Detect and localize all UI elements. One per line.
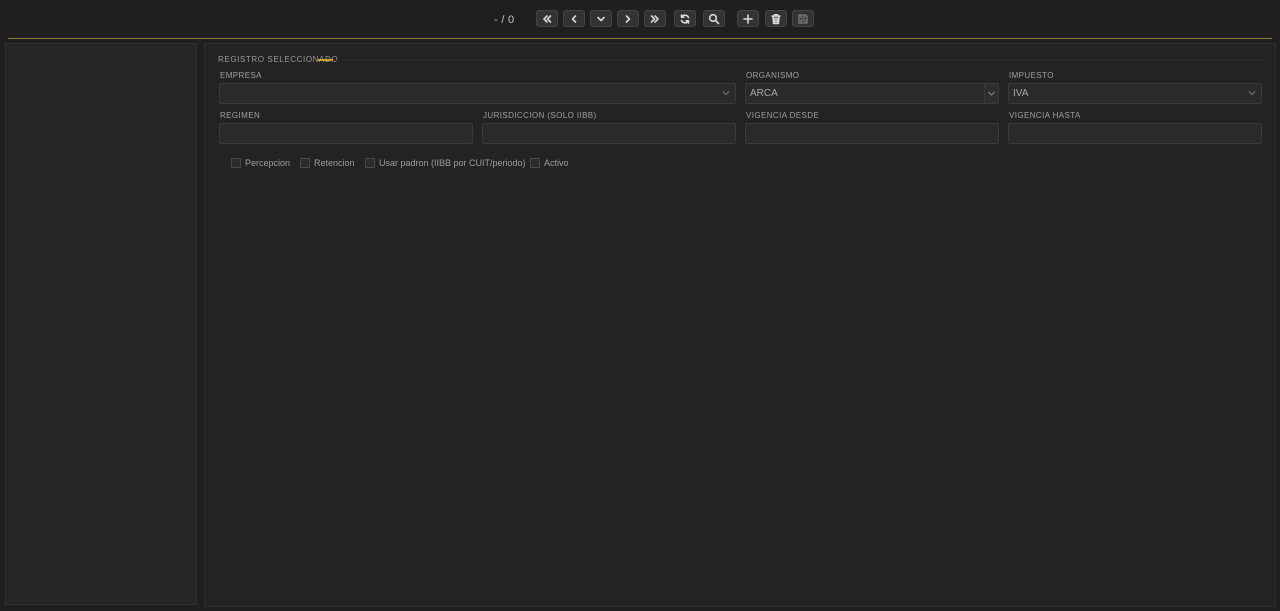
chevron-right-icon bbox=[625, 14, 631, 23]
regimen-label: REGIMEN bbox=[220, 111, 261, 120]
impuesto-select[interactable]: IVA bbox=[1008, 83, 1262, 104]
section-accent bbox=[318, 59, 333, 61]
chevron-down-icon bbox=[597, 16, 605, 21]
refresh-button[interactable] bbox=[674, 10, 696, 27]
retencion-label: Retencion bbox=[314, 158, 355, 168]
empresa-label: EMPRESA bbox=[220, 71, 262, 80]
checkbox-box[interactable] bbox=[365, 158, 375, 168]
double-chevron-right-icon bbox=[650, 14, 659, 23]
chevron-down-icon bbox=[1247, 88, 1257, 98]
record-counter: - / 0 bbox=[494, 14, 515, 26]
double-chevron-left-icon bbox=[543, 14, 552, 23]
activo-checkbox[interactable]: Activo bbox=[530, 157, 569, 169]
save-button[interactable] bbox=[792, 10, 814, 27]
next-record-button[interactable] bbox=[617, 10, 639, 27]
percepcion-label: Percepcion bbox=[245, 158, 291, 168]
record-list-panel bbox=[5, 43, 197, 605]
add-button[interactable] bbox=[737, 10, 759, 27]
usar-padron-checkbox[interactable]: Usar padron (IIBB por CUIT/periodo) bbox=[365, 157, 526, 169]
organismo-label: ORGANISMO bbox=[746, 71, 800, 80]
delete-button[interactable] bbox=[765, 10, 787, 27]
toolbar-divider bbox=[8, 38, 1272, 39]
jurisdiccion-input[interactable] bbox=[482, 123, 736, 144]
first-record-button[interactable] bbox=[536, 10, 558, 27]
regimen-input[interactable] bbox=[219, 123, 473, 144]
impuesto-label: IMPUESTO bbox=[1009, 71, 1054, 80]
dropdown-button[interactable] bbox=[590, 10, 612, 27]
prev-record-button[interactable] bbox=[563, 10, 585, 27]
activo-label: Activo bbox=[544, 158, 569, 168]
refresh-icon bbox=[680, 13, 690, 24]
vigencia-hasta-input[interactable] bbox=[1008, 123, 1262, 144]
impuesto-value: IVA bbox=[1013, 88, 1029, 99]
usar-padron-label: Usar padron (IIBB por CUIT/periodo) bbox=[379, 158, 526, 168]
toolbar: - / 0 bbox=[0, 0, 1280, 38]
checkbox-box[interactable] bbox=[530, 158, 540, 168]
vigencia-hasta-label: VIGENCIA HASTA bbox=[1009, 111, 1081, 120]
trash-icon bbox=[771, 13, 781, 24]
last-record-button[interactable] bbox=[644, 10, 666, 27]
chevron-down-icon[interactable] bbox=[984, 84, 998, 103]
organismo-select[interactable]: ARCA bbox=[745, 83, 999, 104]
retencion-checkbox[interactable]: Retencion bbox=[300, 157, 355, 169]
chevron-left-icon bbox=[571, 14, 577, 23]
organismo-value: ARCA bbox=[750, 88, 778, 99]
search-button[interactable] bbox=[703, 10, 725, 27]
checkbox-box[interactable] bbox=[300, 158, 310, 168]
checkbox-box[interactable] bbox=[231, 158, 241, 168]
empresa-select[interactable] bbox=[219, 83, 736, 104]
chevron-down-icon bbox=[721, 88, 731, 98]
section-rule bbox=[336, 60, 1264, 61]
save-icon bbox=[798, 13, 808, 24]
record-list[interactable] bbox=[8, 46, 194, 602]
vigencia-desde-input[interactable] bbox=[745, 123, 999, 144]
jurisdiccion-label: JURISDICCION (SOLO IIBB) bbox=[483, 111, 597, 120]
plus-icon bbox=[743, 13, 753, 24]
search-icon bbox=[708, 13, 720, 24]
percepcion-checkbox[interactable]: Percepcion bbox=[231, 157, 290, 169]
vigencia-desde-label: VIGENCIA DESDE bbox=[746, 111, 820, 120]
